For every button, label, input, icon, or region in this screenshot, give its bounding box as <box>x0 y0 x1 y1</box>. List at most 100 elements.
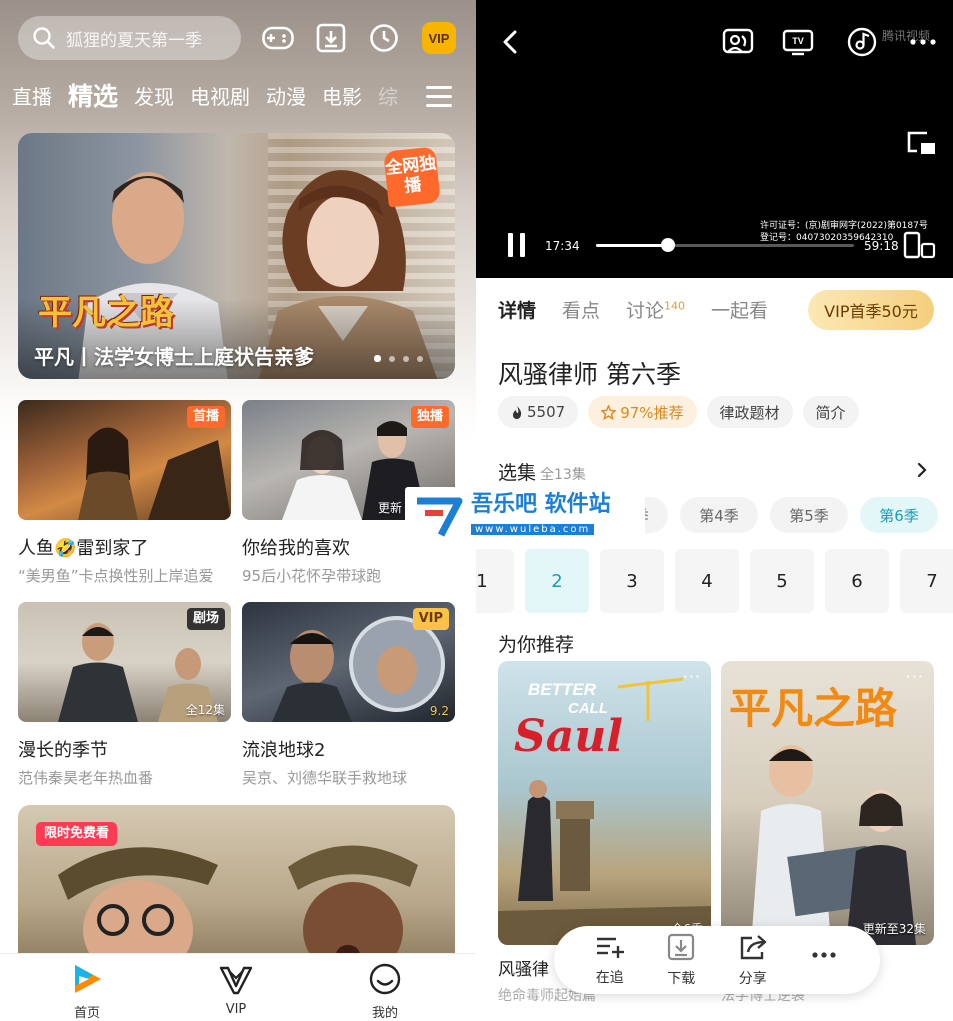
progress-handle[interactable] <box>661 238 676 252</box>
watermark-url: www.wuleba.com <box>471 523 595 535</box>
picture-in-picture-icon[interactable] <box>904 126 938 160</box>
video-card[interactable]: VIP 9.2 流浪地球2 吴京、刘德华联手救地球 <box>242 602 455 788</box>
star-icon <box>601 404 617 420</box>
recommend-value: 97%推荐 <box>620 403 684 422</box>
poster-corner-label: 更新至32集 <box>862 922 926 936</box>
tab-tv-series[interactable]: 电视剧 <box>190 80 250 114</box>
tab-movies[interactable]: 电影 <box>322 80 362 114</box>
game-controller-icon[interactable] <box>261 21 295 55</box>
poster-art-line-3: Saul <box>514 711 623 762</box>
menu-icon[interactable] <box>426 86 452 108</box>
flame-icon <box>513 405 522 419</box>
watermark-title: 吾乐吧 软件站 <box>471 491 611 517</box>
season-chip-selected[interactable]: 第6季 <box>860 497 938 533</box>
screenshot-root: 狐狸的夏天第一季 VIP 直播 精选 发现 电视剧 动漫 电影 综 全网独播 平… <box>0 0 953 1021</box>
card-badge: VIP <box>412 608 449 630</box>
episode-button-selected[interactable]: 2 <box>525 549 589 613</box>
exclusive-tag: 全网独播 <box>383 146 441 208</box>
tab-highlights[interactable]: 看点 <box>562 296 600 323</box>
nav-home[interactable]: 首页 <box>57 962 117 1021</box>
poster-more-icon[interactable]: ··· <box>906 667 924 686</box>
synopsis-chip[interactable]: 简介 <box>802 396 859 428</box>
free-watch-card[interactable]: 限时免费看 <box>18 805 455 965</box>
action-label: 分享 <box>738 971 767 987</box>
follow-button[interactable]: 在追 <box>582 933 638 987</box>
share-button[interactable]: 分享 <box>725 932 781 988</box>
episodes-header[interactable]: 选集 全13集 <box>498 458 586 485</box>
nav-vip[interactable]: VIP <box>206 962 266 1017</box>
genre-chip[interactable]: 律政题材 <box>706 396 793 428</box>
svg-text:TV: TV <box>792 36 804 46</box>
tab-variety[interactable]: 综 <box>378 80 398 114</box>
vip-badge[interactable]: VIP <box>422 22 456 54</box>
tab-anime[interactable]: 动漫 <box>266 80 306 114</box>
episode-button[interactable]: 3 <box>600 549 664 613</box>
card-rating: 9.2 <box>429 704 449 718</box>
heat-chip[interactable]: 5507 <box>498 396 579 428</box>
download-icon[interactable] <box>314 21 348 55</box>
banner-caption: 平凡丨法学女博士上庭状告亲爹 <box>34 345 314 369</box>
back-arrow-icon[interactable] <box>493 25 527 59</box>
tab-featured[interactable]: 精选 <box>68 80 118 114</box>
download-button[interactable]: 下载 <box>653 932 709 988</box>
poster-art: BETTERCALLSaul <box>498 677 711 945</box>
more-actions-button[interactable] <box>796 942 852 978</box>
site-watermark: 吾乐吧 软件站 www.wuleba.com <box>405 487 645 541</box>
vip-offer-button[interactable]: VIP首季50元 <box>808 290 934 330</box>
limited-free-badge: 限时免费看 <box>36 822 118 846</box>
audio-mode-icon[interactable] <box>845 25 879 59</box>
nav-profile[interactable]: 我的 <box>355 962 415 1021</box>
card-title: 人鱼🤣雷到家了 <box>18 538 149 559</box>
more-options-icon[interactable] <box>906 25 940 59</box>
poster-card[interactable]: 平凡之路 ··· 更新至32集 <box>721 661 934 945</box>
nav-label: 首页 <box>73 1006 100 1021</box>
tab-details[interactable]: 详情 <box>498 296 536 323</box>
current-time: 17:34 <box>545 239 580 253</box>
recommend-heading: 为你推荐 <box>498 634 575 656</box>
tab-watch-together[interactable]: 一起看 <box>711 296 768 323</box>
action-label: 下载 <box>667 971 696 987</box>
chevron-right-icon[interactable] <box>914 460 930 480</box>
pause-icon[interactable] <box>500 228 534 262</box>
video-card[interactable]: 剧场 全12集 漫长的季节 范伟秦昊老年热血番 <box>18 602 231 788</box>
card-thumbnail: VIP 9.2 <box>242 602 455 722</box>
vip-crown-icon <box>219 966 253 995</box>
action-label: 在追 <box>595 970 624 986</box>
card-badge: 剧场 <box>186 608 225 630</box>
floating-action-bar: 在追 下载 分享 <box>554 926 880 994</box>
tab-live[interactable]: 直播 <box>12 80 52 114</box>
show-title: 风骚律师 第六季 <box>498 360 681 389</box>
card-thumbnail: 剧场 全12集 <box>18 602 231 722</box>
heat-value: 5507 <box>527 403 566 421</box>
season-chip[interactable]: 第4季 <box>680 497 758 533</box>
progress-bar[interactable] <box>596 238 854 252</box>
progress-fill <box>596 244 669 247</box>
recommend-chip[interactable]: 97%推荐 <box>588 396 697 428</box>
card-thumbnail: 首播 <box>18 400 231 520</box>
episode-button[interactable]: 4 <box>675 549 739 613</box>
season-chip[interactable]: 第5季 <box>770 497 848 533</box>
poster-art: 平凡之路 <box>729 684 916 945</box>
more-dots-icon <box>812 952 836 958</box>
tv-cast-icon[interactable]: TV <box>781 25 815 59</box>
rotate-screen-icon[interactable] <box>902 228 936 262</box>
poster-title: 风骚律 <box>498 960 549 980</box>
video-player[interactable]: TV 腾讯视频 许可证号：(京)剧审网字(2022)第0187号 登记号：040… <box>476 0 953 278</box>
tab-discussion[interactable]: 讨论140 <box>626 296 685 323</box>
hero-banner[interactable]: 全网独播 平凡之路 平凡丨法学女博士上庭状告亲爹 <box>18 133 455 379</box>
card-badge: 首播 <box>186 406 225 428</box>
poster-more-icon[interactable]: ··· <box>683 667 701 686</box>
poster-card[interactable]: BETTERCALLSaul ··· 全6季 <box>498 661 711 945</box>
card-title: 漫长的季节 <box>18 740 108 761</box>
episode-button[interactable]: 7 <box>900 549 953 613</box>
search-bar[interactable]: 狐狸的夏天第一季 <box>18 16 241 60</box>
category-tabs: 直播 精选 发现 电视剧 动漫 电影 综 <box>12 80 398 114</box>
watch-together-icon[interactable] <box>721 25 755 59</box>
search-icon <box>33 27 55 49</box>
tab-discover[interactable]: 发现 <box>134 80 174 114</box>
history-clock-icon[interactable] <box>367 21 401 55</box>
episode-button[interactable]: 5 <box>750 549 814 613</box>
episode-button[interactable]: 6 <box>825 549 889 613</box>
episode-button[interactable]: 1 <box>476 549 514 613</box>
video-card[interactable]: 首播 人鱼🤣雷到家了 “美男鱼”卡点换性别上岸追爱 <box>18 400 231 586</box>
